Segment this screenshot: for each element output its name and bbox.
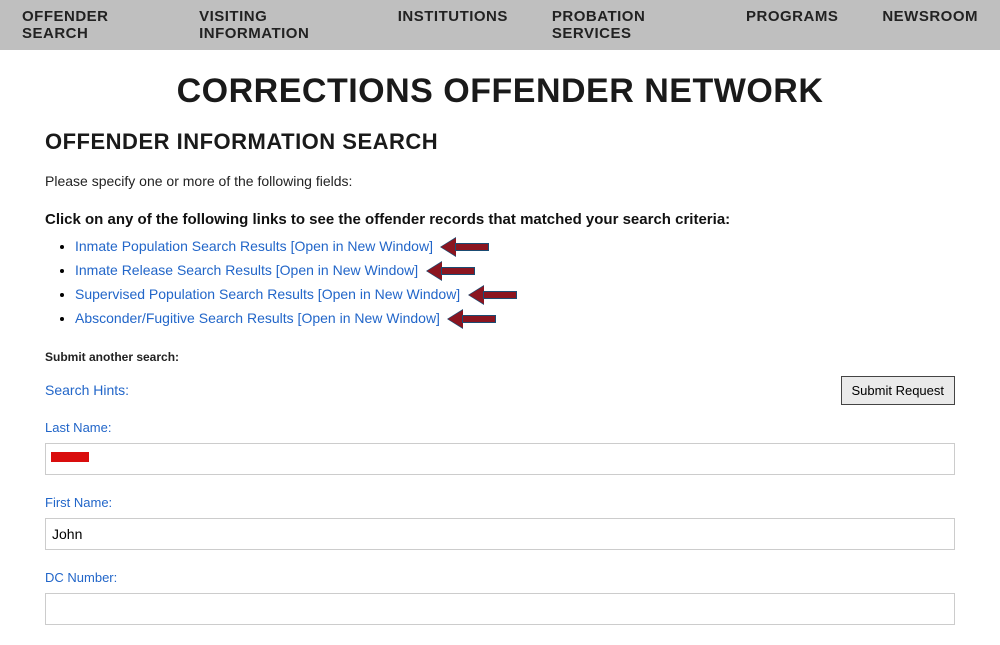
inmate-release-link[interactable]: Inmate Release Search Results [Open in N…	[75, 262, 418, 278]
absconder-fugitive-link[interactable]: Absconder/Fugitive Search Results [Open …	[75, 310, 440, 326]
sub-title: OFFENDER INFORMATION SEARCH	[45, 129, 955, 155]
list-item: Inmate Population Search Results [Open i…	[75, 238, 955, 256]
intro-text: Please specify one or more of the follow…	[45, 173, 955, 189]
last-name-label: Last Name:	[45, 420, 955, 435]
dc-number-input[interactable]	[45, 593, 955, 625]
results-list: Inmate Population Search Results [Open i…	[75, 238, 955, 328]
arrow-annotation-icon	[448, 312, 496, 326]
list-item: Supervised Population Search Results [Op…	[75, 286, 955, 304]
submit-request-button[interactable]: Submit Request	[841, 376, 956, 405]
arrow-annotation-icon	[469, 288, 517, 302]
page-title: CORRECTIONS OFFENDER NETWORK	[45, 72, 955, 111]
nav-offender-search[interactable]: OFFENDER SEARCH	[0, 8, 177, 42]
nav-newsroom[interactable]: NEWSROOM	[860, 8, 1000, 42]
nav-visiting-information[interactable]: VISITING INFORMATION	[177, 8, 376, 42]
list-item: Absconder/Fugitive Search Results [Open …	[75, 310, 955, 328]
nav-probation-services[interactable]: PROBATION SERVICES	[530, 8, 724, 42]
list-item: Inmate Release Search Results [Open in N…	[75, 262, 955, 280]
last-name-input[interactable]	[45, 443, 955, 475]
arrow-annotation-icon	[427, 264, 475, 278]
supervised-population-link[interactable]: Supervised Population Search Results [Op…	[75, 286, 460, 302]
inmate-population-link[interactable]: Inmate Population Search Results [Open i…	[75, 238, 433, 254]
arrow-annotation-icon	[441, 240, 489, 254]
dc-number-label: DC Number:	[45, 570, 955, 585]
nav-institutions[interactable]: INSTITUTIONS	[376, 8, 530, 42]
first-name-input[interactable]	[45, 518, 955, 550]
criteria-heading: Click on any of the following links to s…	[45, 211, 955, 228]
nav-programs[interactable]: PROGRAMS	[724, 8, 860, 42]
search-hints-link[interactable]: Search Hints:	[45, 382, 129, 398]
search-form: Submit Request Search Hints: Last Name: …	[45, 382, 955, 645]
submit-another-label: Submit another search:	[45, 350, 955, 364]
first-name-label: First Name:	[45, 495, 955, 510]
main-navbar: OFFENDER SEARCH VISITING INFORMATION INS…	[0, 0, 1000, 50]
